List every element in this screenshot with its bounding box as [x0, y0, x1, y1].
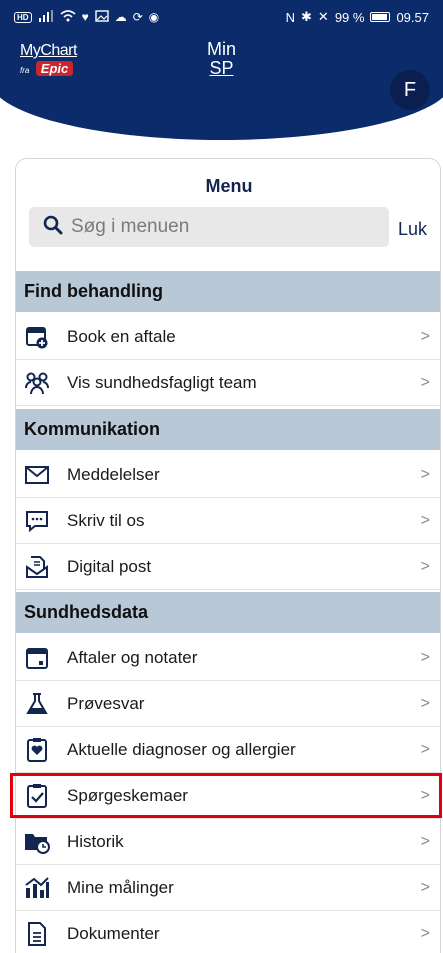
nfc-icon: N [285, 9, 295, 25]
menu-item-label: Historik [67, 831, 124, 851]
chevron-right-icon: > [420, 786, 430, 804]
chevron-right-icon: > [420, 832, 430, 850]
bluetooth-icon: ✱ [301, 9, 312, 24]
page-title: Min SP [0, 40, 443, 78]
menu-item-sporgeskemaer[interactable]: Spørgeskemaer > [16, 773, 440, 819]
chevron-right-icon: > [420, 740, 430, 758]
cloud-icon: ☁ [114, 10, 127, 24]
status-icons-left: HD ♥ ☁ ⟳ ◉ [14, 9, 160, 25]
menu-item-label: Book en aftale [67, 326, 176, 346]
chevron-right-icon: > [420, 511, 430, 529]
menu-panel: Menu Luk Find behandling Book en aftale … [15, 158, 441, 953]
mute-icon: ✕ [317, 9, 329, 24]
chevron-right-icon: > [420, 924, 430, 942]
menu-item-label: Dokumenter [67, 923, 160, 943]
status-bar: HD ♥ ☁ ⟳ ◉ N ✱ ✕ 99 % 09.57 [0, 0, 443, 34]
chevron-right-icon: > [420, 694, 430, 712]
page-title-line1: Min [206, 39, 236, 59]
menu-item-digital-post[interactable]: Digital post > [16, 544, 440, 590]
team-icon [24, 370, 50, 396]
menu-title: Menu [205, 176, 253, 196]
calendar-plus-icon [24, 324, 50, 350]
flask-icon [24, 691, 50, 717]
chevron-right-icon: > [420, 465, 430, 483]
menu-item-label: Spørgeskemaer [67, 785, 188, 805]
menu-item-label: Meddelelser [67, 464, 160, 484]
chart-bars-icon [24, 875, 50, 901]
chat-bubble-icon [24, 508, 50, 534]
menu-item-label: Digital post [67, 556, 152, 576]
page-title-line2: SP [209, 58, 234, 78]
clock: 09.57 [396, 9, 429, 25]
digital-post-icon [24, 554, 50, 580]
menu-item-book-en-aftale[interactable]: Book en aftale > [16, 314, 440, 360]
heart-notification-icon: ♥ [81, 10, 89, 24]
heart-clipboard-icon [24, 737, 50, 763]
menu-item-label: Mine målinger [67, 877, 174, 897]
avatar[interactable]: F [390, 70, 430, 110]
menu-item-dokumenter[interactable]: Dokumenter > [16, 911, 440, 953]
menu-item-aftaler-og-notater[interactable]: Aftaler og notater > [16, 635, 440, 681]
close-menu-button[interactable]: Luk [398, 219, 427, 240]
app-header: HD ♥ ☁ ⟳ ◉ N ✱ ✕ 99 % 09.57 MyChart fra … [0, 0, 443, 150]
menu-item-historik[interactable]: Historik > [16, 819, 440, 865]
document-icon [24, 921, 50, 947]
image-notification-icon [94, 9, 109, 25]
menu-item-label: Vis sundhedsfagligt team [67, 372, 257, 392]
chevron-right-icon: > [420, 327, 430, 345]
eye-icon: ◉ [148, 10, 160, 24]
chevron-right-icon: > [420, 557, 430, 575]
hd-icon: HD [14, 11, 32, 23]
battery-percent: 99 % [334, 9, 365, 25]
section-find-behandling: Find behandling [16, 271, 440, 312]
folder-clock-icon [24, 829, 50, 855]
calendar-icon [24, 645, 50, 671]
menu-item-vis-sundhedsfagligt-team[interactable]: Vis sundhedsfagligt team > [16, 360, 440, 406]
menu-item-provesvar[interactable]: Prøvesvar > [16, 681, 440, 727]
menu-search-box[interactable] [29, 207, 389, 247]
envelope-icon [24, 462, 50, 488]
menu-item-label: Aktuelle diagnoser og allergier [67, 739, 296, 759]
menu-item-aktuelle-diagnoser-og-allergier[interactable]: Aktuelle diagnoser og allergier > [16, 727, 440, 773]
battery-icon [370, 12, 391, 22]
chevron-right-icon: > [420, 878, 430, 896]
menu-search-input[interactable] [71, 216, 371, 238]
chevron-right-icon: > [420, 373, 430, 391]
signal-icon [38, 9, 54, 25]
checklist-icon [24, 783, 50, 809]
menu-item-label: Skriv til os [67, 510, 145, 530]
section-kommunikation: Kommunikation [16, 409, 440, 450]
menu-item-label: Prøvesvar [67, 693, 145, 713]
chevron-right-icon: > [420, 648, 430, 666]
wifi-icon [60, 9, 76, 25]
sync-icon: ⟳ [132, 10, 143, 24]
menu-item-skriv-til-os[interactable]: Skriv til os > [16, 498, 440, 544]
avatar-letter: F [403, 78, 417, 101]
status-icons-right: N ✱ ✕ 99 % 09.57 [286, 9, 429, 25]
menu-item-label: Aftaler og notater [67, 647, 198, 667]
section-sundhedsdata: Sundhedsdata [16, 592, 440, 633]
menu-item-meddelelser[interactable]: Meddelelser > [16, 452, 440, 498]
menu-item-mine-malinger[interactable]: Mine målinger > [16, 865, 440, 911]
search-icon [43, 215, 63, 240]
